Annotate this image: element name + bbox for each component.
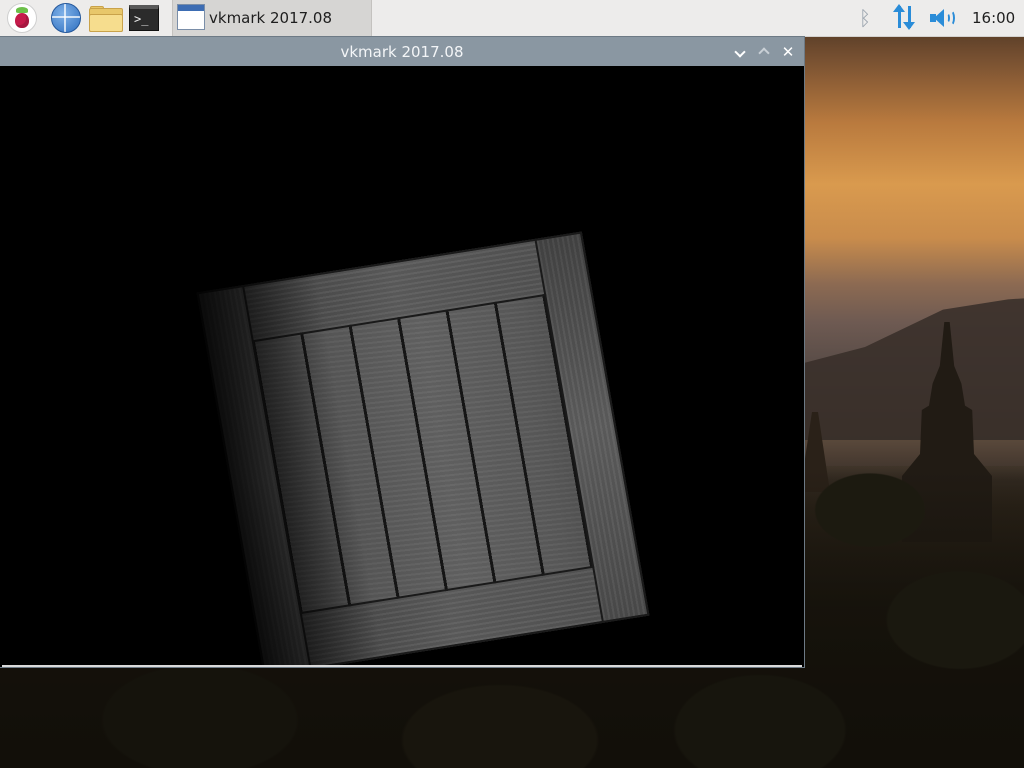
globe-icon	[51, 3, 81, 33]
minimize-button[interactable]	[731, 43, 749, 61]
file-manager-launcher[interactable]	[89, 3, 123, 33]
chevron-down-icon	[734, 46, 746, 58]
folder-icon	[89, 6, 123, 32]
taskbar-window-button[interactable]: vkmark 2017.08	[172, 0, 372, 36]
maximize-button[interactable]	[755, 43, 773, 61]
top-panel: >_ vkmark 2017.08 ᛒ 16:00	[0, 0, 1024, 37]
chevron-up-icon	[758, 47, 770, 59]
app-window-icon	[177, 4, 205, 30]
taskbar-window-label: vkmark 2017.08	[209, 9, 333, 27]
close-icon: ✕	[781, 43, 795, 61]
bluetooth-icon[interactable]: ᛒ	[855, 6, 875, 30]
render-viewport[interactable]	[2, 66, 802, 667]
network-updown-icon[interactable]	[892, 4, 918, 30]
web-browser-launcher[interactable]	[50, 3, 82, 33]
wooden-crate-render	[182, 217, 664, 665]
clock[interactable]: 16:00	[972, 9, 1015, 27]
vkmark-window: vkmark 2017.08 ✕	[0, 37, 804, 667]
window-title: vkmark 2017.08	[340, 43, 464, 61]
close-button[interactable]: ✕	[779, 43, 797, 61]
terminal-launcher[interactable]: >_	[128, 3, 160, 33]
raspberry-icon	[7, 3, 37, 33]
window-titlebar[interactable]: vkmark 2017.08 ✕	[0, 37, 804, 66]
crate-shadow	[182, 217, 664, 665]
raspberry-menu-button[interactable]	[6, 3, 38, 33]
terminal-icon: >_	[129, 5, 159, 31]
volume-icon[interactable]	[928, 6, 958, 30]
